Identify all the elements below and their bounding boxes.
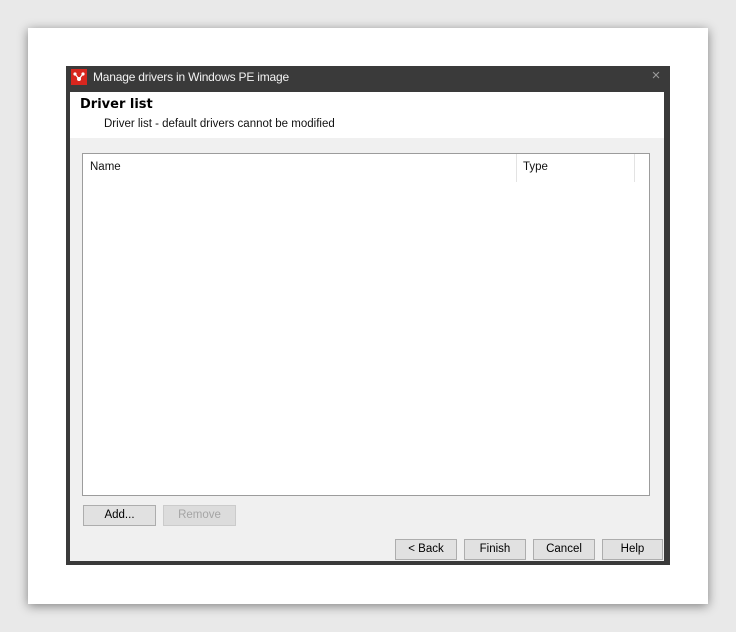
- column-header-name[interactable]: Name: [83, 154, 517, 182]
- wizard-header: Driver list Driver list - default driver…: [70, 92, 664, 138]
- driver-list[interactable]: Name Type: [82, 153, 650, 496]
- help-button[interactable]: Help: [602, 539, 663, 560]
- app-logo-icon: [71, 69, 87, 85]
- cancel-button[interactable]: Cancel: [533, 539, 595, 560]
- remove-driver-button[interactable]: Remove: [163, 505, 236, 526]
- page-title: Driver list: [80, 97, 153, 112]
- page-subtitle: Driver list - default drivers cannot be …: [104, 118, 335, 130]
- manage-drivers-dialog: Manage drivers in Windows PE image × Dri…: [66, 66, 670, 565]
- dialog-client-area: Driver list Driver list - default driver…: [70, 92, 664, 561]
- title-bar[interactable]: Manage drivers in Windows PE image ×: [66, 66, 670, 88]
- back-button[interactable]: < Back: [395, 539, 457, 560]
- column-header-type[interactable]: Type: [517, 154, 635, 182]
- close-icon[interactable]: ×: [648, 67, 664, 85]
- finish-button[interactable]: Finish: [464, 539, 526, 560]
- dialog-title: Manage drivers in Windows PE image: [93, 70, 289, 84]
- add-driver-button[interactable]: Add...: [83, 505, 156, 526]
